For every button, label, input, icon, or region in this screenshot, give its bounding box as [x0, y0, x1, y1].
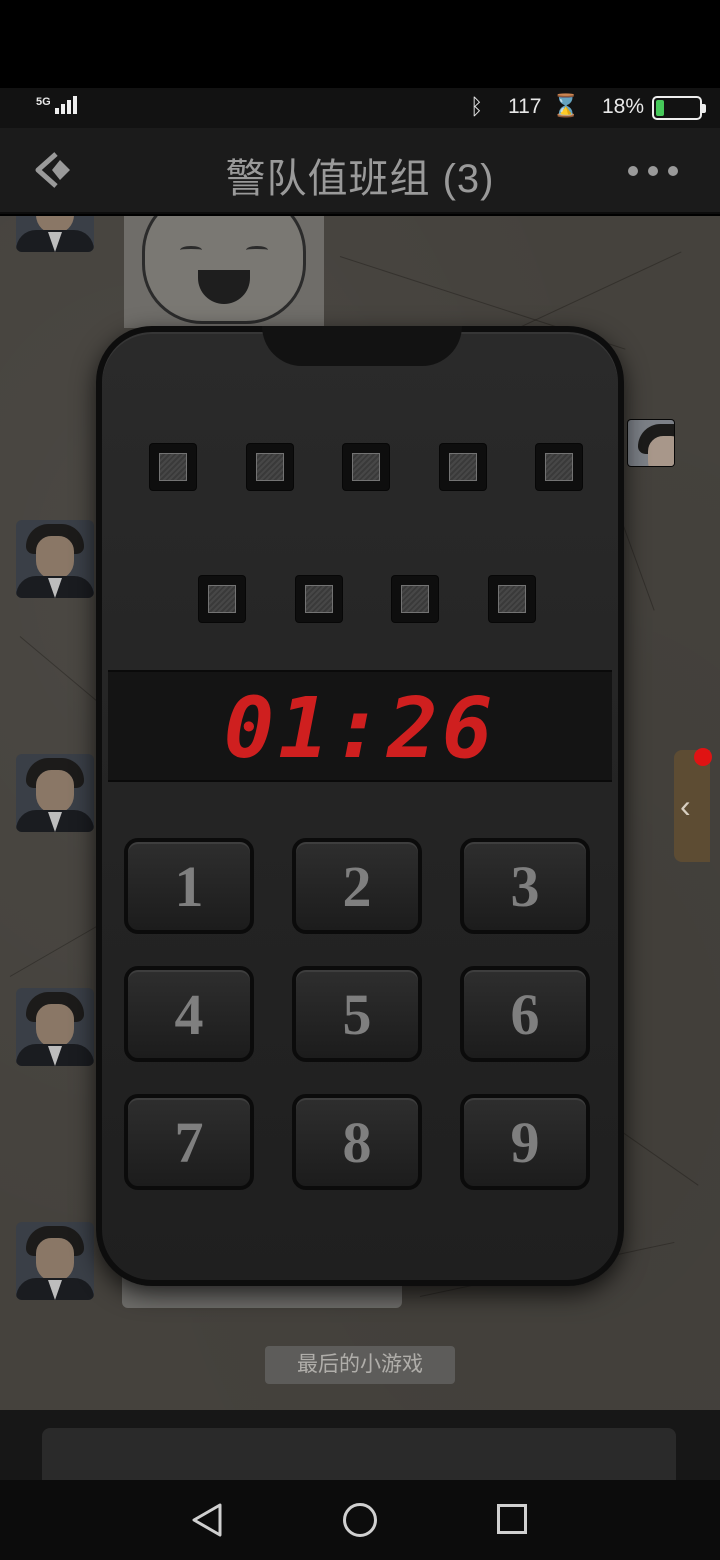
- top-black-area: [0, 0, 720, 88]
- keypad-key-3[interactable]: 3: [460, 838, 590, 934]
- battery-percent: 18%: [602, 95, 645, 118]
- battery-icon: [652, 96, 706, 120]
- notification-dot: [694, 748, 712, 766]
- side-drawer-tab[interactable]: ‹: [674, 750, 710, 862]
- indicator-light: [246, 444, 293, 490]
- keypad-key-6[interactable]: 6: [460, 966, 590, 1062]
- avatar[interactable]: [16, 216, 94, 252]
- keypad-key-4[interactable]: 4: [124, 966, 254, 1062]
- countdown-timer: 01:26: [223, 679, 497, 777]
- avatar[interactable]: [16, 1222, 94, 1300]
- keypad-key-8[interactable]: 8: [292, 1094, 422, 1190]
- nav-recent-icon[interactable]: [497, 1504, 527, 1534]
- keypad-key-1[interactable]: 1: [124, 838, 254, 934]
- indicator-light: [392, 576, 438, 622]
- chevron-left-icon: ‹: [680, 788, 691, 824]
- indicator-light: [295, 576, 342, 622]
- chat-title: 警队值班组 (3): [225, 157, 495, 201]
- hourglass-icon: ⌛: [552, 93, 580, 118]
- nav-back-icon[interactable]: [190, 1502, 224, 1538]
- keypad-key-5[interactable]: 5: [292, 966, 422, 1062]
- device-notch: [262, 326, 462, 366]
- avatar[interactable]: [16, 520, 94, 598]
- keypad-key-9[interactable]: 9: [460, 1094, 590, 1190]
- indicator-light: [536, 444, 582, 490]
- bluetooth-icon: ᛒ: [470, 94, 484, 119]
- more-options-icon[interactable]: [628, 166, 678, 176]
- puzzle-device: 01:26 123 456 789: [96, 326, 624, 1286]
- indicator-light: [343, 444, 389, 490]
- avatar[interactable]: [16, 754, 94, 832]
- meme-image[interactable]: [124, 216, 324, 328]
- signal-icon: 5G: [36, 96, 77, 114]
- timer-panel: 01:26: [108, 670, 612, 782]
- system-tag: 最后的小游戏: [265, 1346, 455, 1384]
- avatar[interactable]: [628, 420, 674, 466]
- title-bar: 警队值班组 (3): [0, 128, 720, 214]
- indicator-light: [199, 576, 245, 622]
- battery-level: [656, 100, 664, 116]
- indicator-light: [488, 576, 535, 622]
- nav-home-icon[interactable]: [343, 1503, 377, 1537]
- indicator-light: [439, 444, 486, 490]
- avatar[interactable]: [16, 988, 94, 1066]
- keypad-key-2[interactable]: 2: [292, 838, 422, 934]
- keypad-key-7[interactable]: 7: [124, 1094, 254, 1190]
- network-type: 5G: [36, 96, 51, 108]
- net-speed: 117: [508, 95, 542, 118]
- status-bar: 5G ᛒ 117 ⌛ 18%: [0, 88, 720, 128]
- indicator-light: [150, 444, 196, 490]
